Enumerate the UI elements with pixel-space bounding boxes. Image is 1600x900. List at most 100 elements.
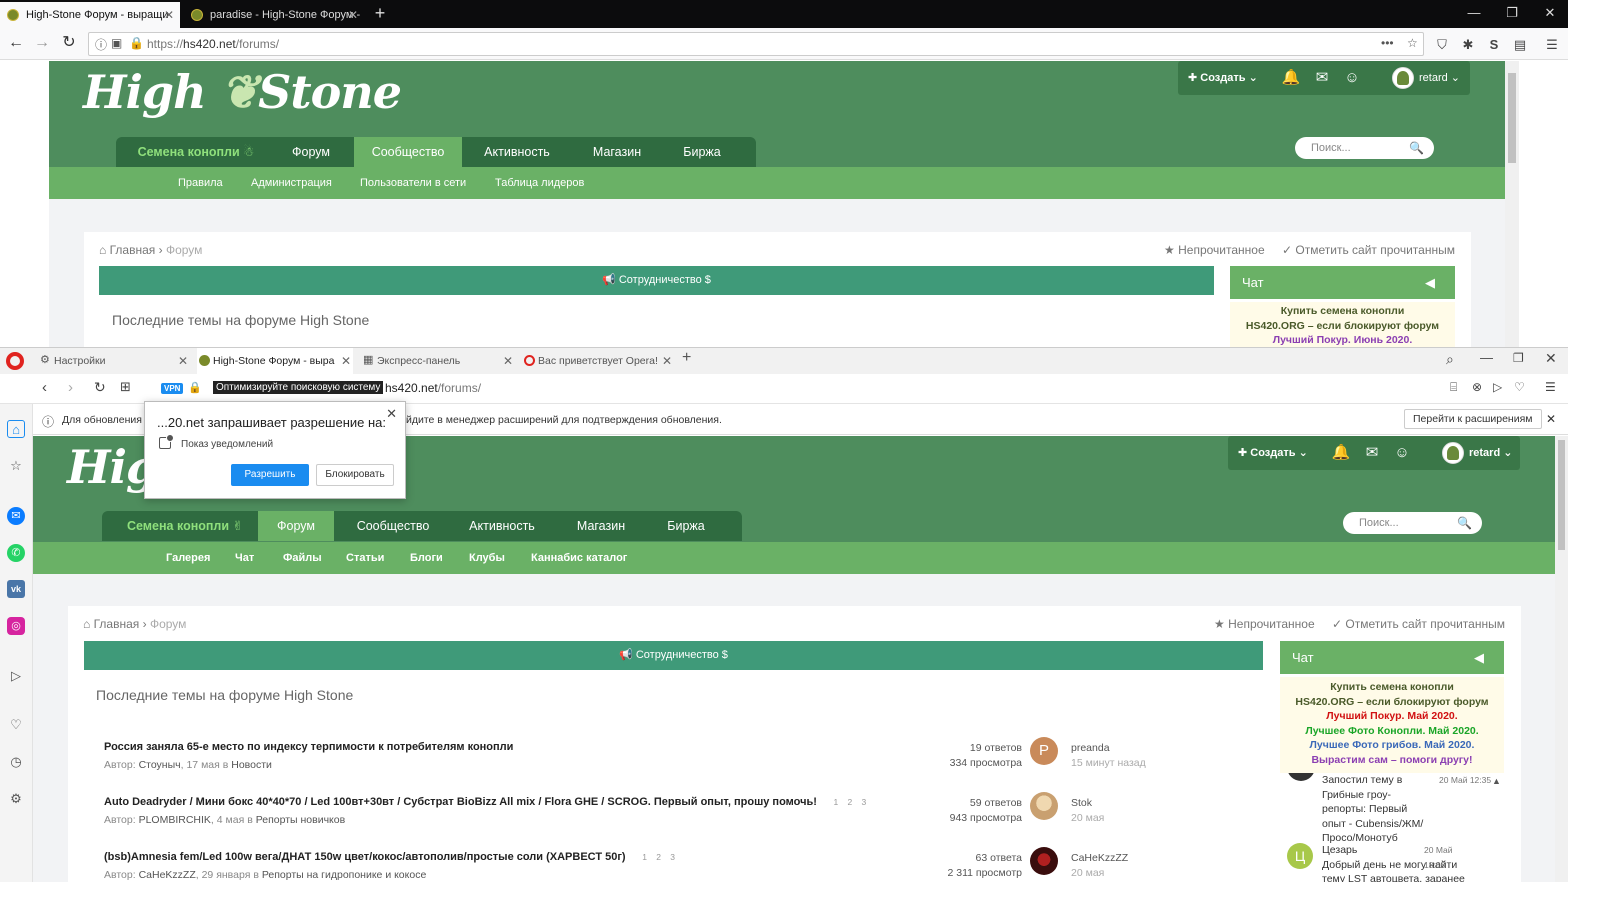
subnav-cannabis-catalog[interactable]: Каннабис каталог [531, 542, 627, 574]
search-icon[interactable]: 🔍 [1409, 137, 1424, 159]
ff-scrollbar[interactable] [1505, 61, 1519, 347]
user-menu[interactable]: retard ⌄ [1469, 436, 1512, 470]
new-tab-icon[interactable]: + [682, 349, 691, 367]
mail-icon[interactable]: ✉ [1362, 443, 1382, 463]
coop-banner[interactable]: 📢 Сотрудничество $ [99, 266, 1214, 295]
ff-scroll-thumb[interactable] [1508, 73, 1516, 163]
close-window-icon[interactable]: ✕ [1530, 0, 1568, 28]
op-tab-highstone[interactable]: High-Stone Форум - выра ✕ [197, 348, 353, 374]
opera-logo-icon[interactable] [6, 352, 24, 370]
send-icon[interactable]: ▷ [1493, 380, 1502, 394]
reload-icon[interactable]: ↻ [94, 379, 106, 396]
last-poster-avatar[interactable] [1030, 847, 1058, 875]
create-button[interactable]: ✚ Создать ⌄ [1188, 61, 1258, 95]
page-link[interactable]: 3 [666, 852, 680, 862]
nav-exchange[interactable]: Биржа [652, 511, 720, 541]
mail-icon[interactable]: ✉ [1312, 68, 1332, 88]
close-tab-icon[interactable]: ✕ [164, 2, 174, 28]
block-button[interactable]: Блокировать [316, 464, 394, 486]
close-window-icon[interactable]: ✕ [1545, 350, 1557, 367]
forward-icon[interactable]: → [30, 32, 54, 56]
subnav-files[interactable]: Файлы [283, 542, 322, 574]
vk-icon[interactable]: vk [7, 580, 25, 598]
page-link[interactable]: 1 [829, 797, 843, 807]
unread-link[interactable]: ★ Непрочитанное [1164, 243, 1265, 257]
subnav-clubs[interactable]: Клубы [469, 542, 505, 574]
unread-link[interactable]: ★ Непрочитанное [1214, 617, 1315, 631]
vpn-badge[interactable]: VPN [161, 383, 184, 394]
nav-community[interactable]: Сообщество [354, 137, 462, 167]
nav-forum[interactable]: Форум [271, 137, 351, 167]
smile-icon[interactable]: ☺ [1342, 68, 1362, 88]
subnav-articles[interactable]: Статьи [346, 542, 384, 574]
url-bar[interactable]: ⓘ ▣ 🔒 https://hs420.net/forums/ ••• ☆ [88, 32, 1424, 56]
forward-icon[interactable]: › [68, 379, 73, 396]
info-icon[interactable]: ⓘ [95, 36, 107, 53]
nav-forum[interactable]: Форум [258, 511, 334, 541]
chat-line[interactable]: Лучшее Фото грибов. Май 2020. [1280, 738, 1504, 753]
thread-author[interactable]: CaHeKzzZZ [139, 869, 196, 881]
user-avatar[interactable] [1442, 442, 1464, 464]
close-tab-icon[interactable]: ✕ [503, 348, 513, 374]
page-link[interactable]: 2 [843, 797, 857, 807]
thread-forum[interactable]: Репорты новичков [256, 814, 345, 826]
subnav-blogs[interactable]: Блоги [410, 542, 443, 574]
s-extension-icon[interactable]: S [1485, 36, 1503, 54]
speaker-icon[interactable]: ◀ [1425, 266, 1435, 299]
history-icon[interactable]: ◷ [7, 753, 25, 771]
subnav-leaders[interactable]: Таблица лидеров [495, 167, 584, 199]
close-tab-icon[interactable]: ✕ [178, 348, 188, 374]
nav-activity[interactable]: Активность [470, 137, 564, 167]
nav-seeds[interactable]: Семена конопли ✌ [122, 511, 248, 541]
last-post-time[interactable]: 15 минут назад [1071, 756, 1146, 771]
go-to-extensions-button[interactable]: Перейти к расширениям [1404, 409, 1542, 429]
speaker-icon[interactable]: ◀ [1474, 641, 1484, 674]
thread-title[interactable]: Auto Deadryder / Мини бокс 40*40*70 / Le… [104, 796, 871, 808]
chat-scroll-up-icon[interactable]: ▲ [1492, 776, 1501, 786]
bell-icon[interactable]: 🔔 [1331, 443, 1351, 463]
close-tab-icon[interactable]: ✕ [341, 348, 351, 374]
chat-line[interactable]: Купить семена конопли [1280, 680, 1504, 695]
page-link[interactable]: 1 [638, 852, 652, 862]
last-poster-name[interactable]: CaHeKzzZZ [1071, 851, 1128, 866]
allow-button[interactable]: Разрешить [231, 464, 309, 486]
mark-read-link[interactable]: ✓ Отметить сайт прочитанным [1332, 617, 1505, 631]
thread-forum[interactable]: Репорты на гидропонике и кокосе [262, 869, 426, 881]
nav-community[interactable]: Сообщество [340, 511, 446, 541]
new-tab-icon[interactable]: + [368, 2, 392, 26]
last-poster-name[interactable]: preanda [1071, 741, 1146, 756]
nav-shop[interactable]: Магазин [558, 511, 644, 541]
search-input[interactable]: Поиск... 🔍 [1295, 137, 1434, 159]
nav-seeds[interactable]: Семена конопли ☃ [136, 137, 256, 167]
ff-tab-2[interactable]: paradise - High-Stone Форум - ✕ [184, 2, 364, 28]
close-notice-icon[interactable]: ✕ [1546, 412, 1556, 426]
nav-shop[interactable]: Магазин [574, 137, 660, 167]
thread-author[interactable]: PLOMBIRCHIK [139, 814, 211, 826]
mark-read-link[interactable]: ✓ Отметить сайт прочитанным [1282, 243, 1455, 257]
thread-author[interactable]: Стоуныч [139, 759, 181, 771]
chat-user[interactable]: Цезарь [1322, 844, 1357, 856]
op-tab-speeddial[interactable]: ▦ Экспресс-панель ✕ [361, 348, 515, 374]
thread-title[interactable]: (bsb)Amnesia fem/Led 100w вега/ДНАТ 150w… [104, 851, 680, 863]
messenger-icon[interactable]: ✉ [7, 507, 25, 525]
search-input[interactable]: Поиск... 🔍 [1343, 512, 1482, 534]
chat-line[interactable]: Лучшее Фото Конопли. Май 2020. [1280, 724, 1504, 739]
chat-line[interactable]: Лучший Покур. Июнь 2020. [1230, 333, 1455, 347]
last-post-time[interactable]: 20 мая [1071, 811, 1104, 826]
chat-line[interactable]: Вырастим сам – помоги другу! [1280, 753, 1504, 768]
close-tab-icon[interactable]: ✕ [662, 348, 672, 374]
nav-exchange[interactable]: Биржа [668, 137, 736, 167]
chat-line[interactable]: Лучший Покур. Май 2020. [1280, 709, 1504, 724]
extension-icon[interactable]: ✱ [1459, 36, 1477, 54]
thread-title[interactable]: Россия заняла 65-е место по индексу терп… [104, 741, 513, 753]
breadcrumb-home[interactable]: Главная [94, 617, 140, 631]
last-poster-avatar[interactable] [1030, 792, 1058, 820]
subnav-rules[interactable]: Правила [178, 167, 223, 199]
settings-icon[interactable]: ⚙ [7, 790, 25, 808]
last-poster-avatar[interactable]: P [1030, 737, 1058, 765]
chat-line[interactable]: HS420.ORG – если блокируют форум [1280, 695, 1504, 710]
minimize-icon[interactable]: — [1454, 0, 1494, 28]
chat-line[interactable]: HS420.ORG – если блокируют форум [1230, 319, 1455, 334]
instagram-icon[interactable]: ◎ [7, 617, 25, 635]
menu-icon[interactable]: ☰ [1543, 36, 1561, 54]
